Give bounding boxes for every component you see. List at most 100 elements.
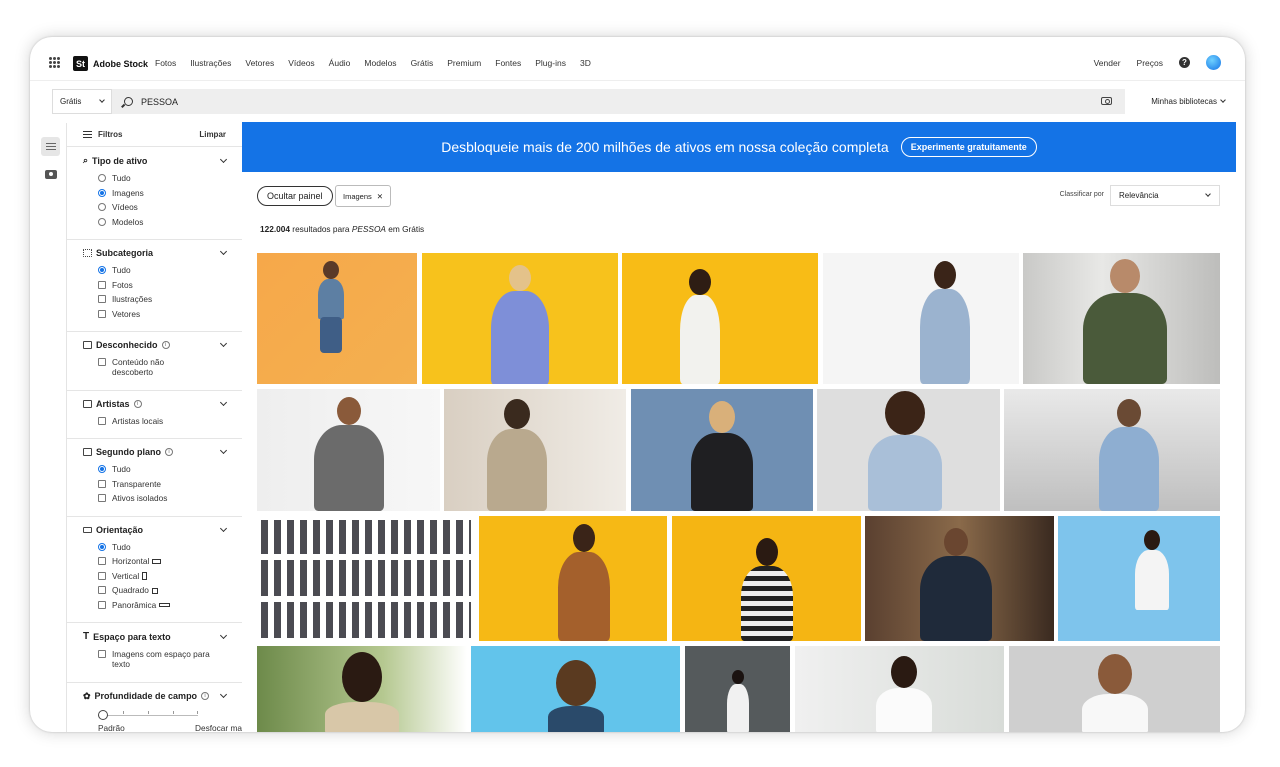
close-icon[interactable]: ✕ xyxy=(377,192,383,201)
filter-title-tipo[interactable]: ⌕ Tipo de ativo xyxy=(83,155,228,166)
image-thumbnail[interactable] xyxy=(1058,516,1220,641)
check-local-artists[interactable]: Artistas locais xyxy=(83,416,226,426)
slider-handle[interactable] xyxy=(98,709,108,720)
asset-type-icon: ⌕ xyxy=(83,155,89,165)
filter-section-artistas: Artistas i Artistas locais xyxy=(67,391,242,439)
image-thumbnail[interactable] xyxy=(257,516,475,641)
image-thumbnail[interactable] xyxy=(257,253,417,384)
nav-link-fontes[interactable]: Fontes xyxy=(495,58,521,68)
filter-title-sub[interactable]: Subcategoria xyxy=(83,247,228,258)
nav-link-modelos[interactable]: Modelos xyxy=(364,58,396,68)
vender-link[interactable]: Vender xyxy=(1094,58,1121,68)
filter-title-prof[interactable]: ✿ Profundidade de campo i xyxy=(83,690,228,702)
image-thumbnail[interactable] xyxy=(631,389,813,511)
sort-dropdown[interactable]: Relevância xyxy=(1110,185,1220,206)
nav-link-vetores[interactable]: Vetores xyxy=(245,58,274,68)
radio-videos[interactable]: Vídeos xyxy=(83,202,226,212)
filter-title-esp[interactable]: T Espaço para texto xyxy=(83,631,228,642)
chevron-down-icon xyxy=(99,97,105,103)
nav-link-3d[interactable]: 3D xyxy=(580,58,591,68)
image-thumbnail[interactable] xyxy=(865,516,1054,641)
info-icon[interactable]: i xyxy=(161,341,170,349)
chevron-down-icon xyxy=(219,398,228,406)
image-thumbnail[interactable] xyxy=(795,646,1004,732)
radio-bg-tudo[interactable]: Tudo xyxy=(83,464,226,474)
chevron-down-icon xyxy=(219,155,228,163)
hide-panel-button[interactable]: Ocultar painel xyxy=(257,186,333,206)
filter-label: Tipo de ativo xyxy=(92,155,148,166)
chevron-down-icon xyxy=(219,247,228,256)
app-switcher-icon[interactable] xyxy=(49,57,60,68)
image-thumbnail[interactable] xyxy=(257,389,440,511)
image-thumbnail[interactable] xyxy=(1004,389,1220,511)
avatar[interactable] xyxy=(1206,55,1221,70)
image-thumbnail[interactable] xyxy=(817,389,1000,511)
adobe-stock-logo[interactable]: St Adobe Stock xyxy=(73,56,148,71)
nav-link-videos[interactable]: Vídeos xyxy=(288,58,314,68)
precos-link[interactable]: Preços xyxy=(1137,58,1163,68)
search-scope-value: Grátis xyxy=(60,97,82,106)
nav-right: Vender Preços ? xyxy=(1094,55,1221,70)
radio-ori-tudo[interactable]: Tudo xyxy=(83,542,226,552)
check-fotos[interactable]: Fotos xyxy=(83,280,226,290)
help-icon[interactable]: ? xyxy=(1179,57,1190,68)
depth-of-field-icon: ✿ xyxy=(83,690,91,701)
filter-section-subcategoria: Subcategoria Tudo Fotos Ilustrações Veto… xyxy=(67,240,242,332)
filter-title-desc[interactable]: Desconhecido i xyxy=(83,339,228,350)
check-panoramic[interactable]: Panorâmica xyxy=(83,600,226,610)
check-copy-space[interactable]: Imagens com espaço para texto xyxy=(83,649,226,669)
sort-value: Relevância xyxy=(1119,191,1159,200)
image-thumbnail[interactable] xyxy=(471,646,680,732)
visual-search-camera-icon[interactable] xyxy=(1101,97,1112,105)
info-icon[interactable]: i xyxy=(133,399,142,408)
image-thumbnail[interactable] xyxy=(444,389,626,511)
filters-toggle-icon[interactable] xyxy=(41,137,60,156)
image-thumbnail[interactable] xyxy=(479,516,667,641)
nav-link-premium[interactable]: Premium xyxy=(447,58,481,68)
check-vertical[interactable]: Vertical xyxy=(83,571,226,581)
nav-link-plugins[interactable]: Plug-ins xyxy=(535,58,566,68)
check-isolated[interactable]: Ativos isolados xyxy=(83,493,226,503)
filter-label: Desconhecido xyxy=(96,340,158,350)
radio-sub-tudo[interactable]: Tudo xyxy=(83,265,226,275)
search-scope-dropdown[interactable]: Grátis xyxy=(52,89,112,114)
check-transparent[interactable]: Transparente xyxy=(83,479,226,489)
free-trial-button[interactable]: Experimente gratuitamente xyxy=(900,137,1037,157)
filter-label: Subcategoria xyxy=(96,248,154,258)
slider-labels: Padrão Desfocar mais xyxy=(83,723,242,733)
image-thumbnail[interactable] xyxy=(622,253,818,384)
filter-title-ori[interactable]: Orientação xyxy=(83,524,228,535)
search-input[interactable]: PESSOA xyxy=(112,89,1125,114)
depth-of-field-slider[interactable] xyxy=(98,709,198,720)
camera-icon[interactable] xyxy=(45,170,57,179)
image-thumbnail[interactable] xyxy=(672,516,861,641)
image-thumbnail[interactable] xyxy=(823,253,1019,384)
libraries-dropdown[interactable]: Minhas bibliotecas xyxy=(1125,89,1226,114)
image-thumbnail[interactable] xyxy=(257,646,467,732)
check-vetores[interactable]: Vetores xyxy=(83,309,226,319)
check-ilustracoes[interactable]: Ilustrações xyxy=(83,294,226,304)
filter-title-seg[interactable]: Segundo plano i xyxy=(83,446,228,457)
info-icon[interactable]: i xyxy=(165,448,173,456)
image-thumbnail[interactable] xyxy=(1009,646,1220,732)
nav-link-ilustracoes[interactable]: Ilustrações xyxy=(190,58,231,68)
info-icon[interactable]: i xyxy=(201,692,210,700)
libraries-label: Minhas bibliotecas xyxy=(1151,97,1217,106)
image-thumbnail[interactable] xyxy=(1023,253,1220,384)
filter-title-art[interactable]: Artistas i xyxy=(83,398,228,409)
clear-filters-button[interactable]: Limpar xyxy=(199,130,226,139)
nav-link-fotos[interactable]: Fotos xyxy=(155,58,176,68)
radio-modelos[interactable]: Modelos xyxy=(83,217,226,227)
check-undiscovered[interactable]: Conteúdo não descoberto xyxy=(83,357,226,377)
search-row: Grátis PESSOA Minhas bibliotecas xyxy=(52,89,1226,114)
check-horizontal[interactable]: Horizontal xyxy=(83,556,226,566)
radio-imagens[interactable]: Imagens xyxy=(83,188,226,198)
filter-tag-imagens[interactable]: Imagens ✕ xyxy=(335,185,392,207)
check-square[interactable]: Quadrado xyxy=(83,585,226,595)
orientation-icon xyxy=(83,526,92,533)
nav-link-gratis[interactable]: Grátis xyxy=(411,58,434,68)
image-thumbnail[interactable] xyxy=(422,253,618,384)
radio-tudo[interactable]: Tudo xyxy=(83,173,226,183)
nav-link-audio[interactable]: Áudio xyxy=(329,58,351,68)
image-thumbnail[interactable] xyxy=(685,646,790,732)
